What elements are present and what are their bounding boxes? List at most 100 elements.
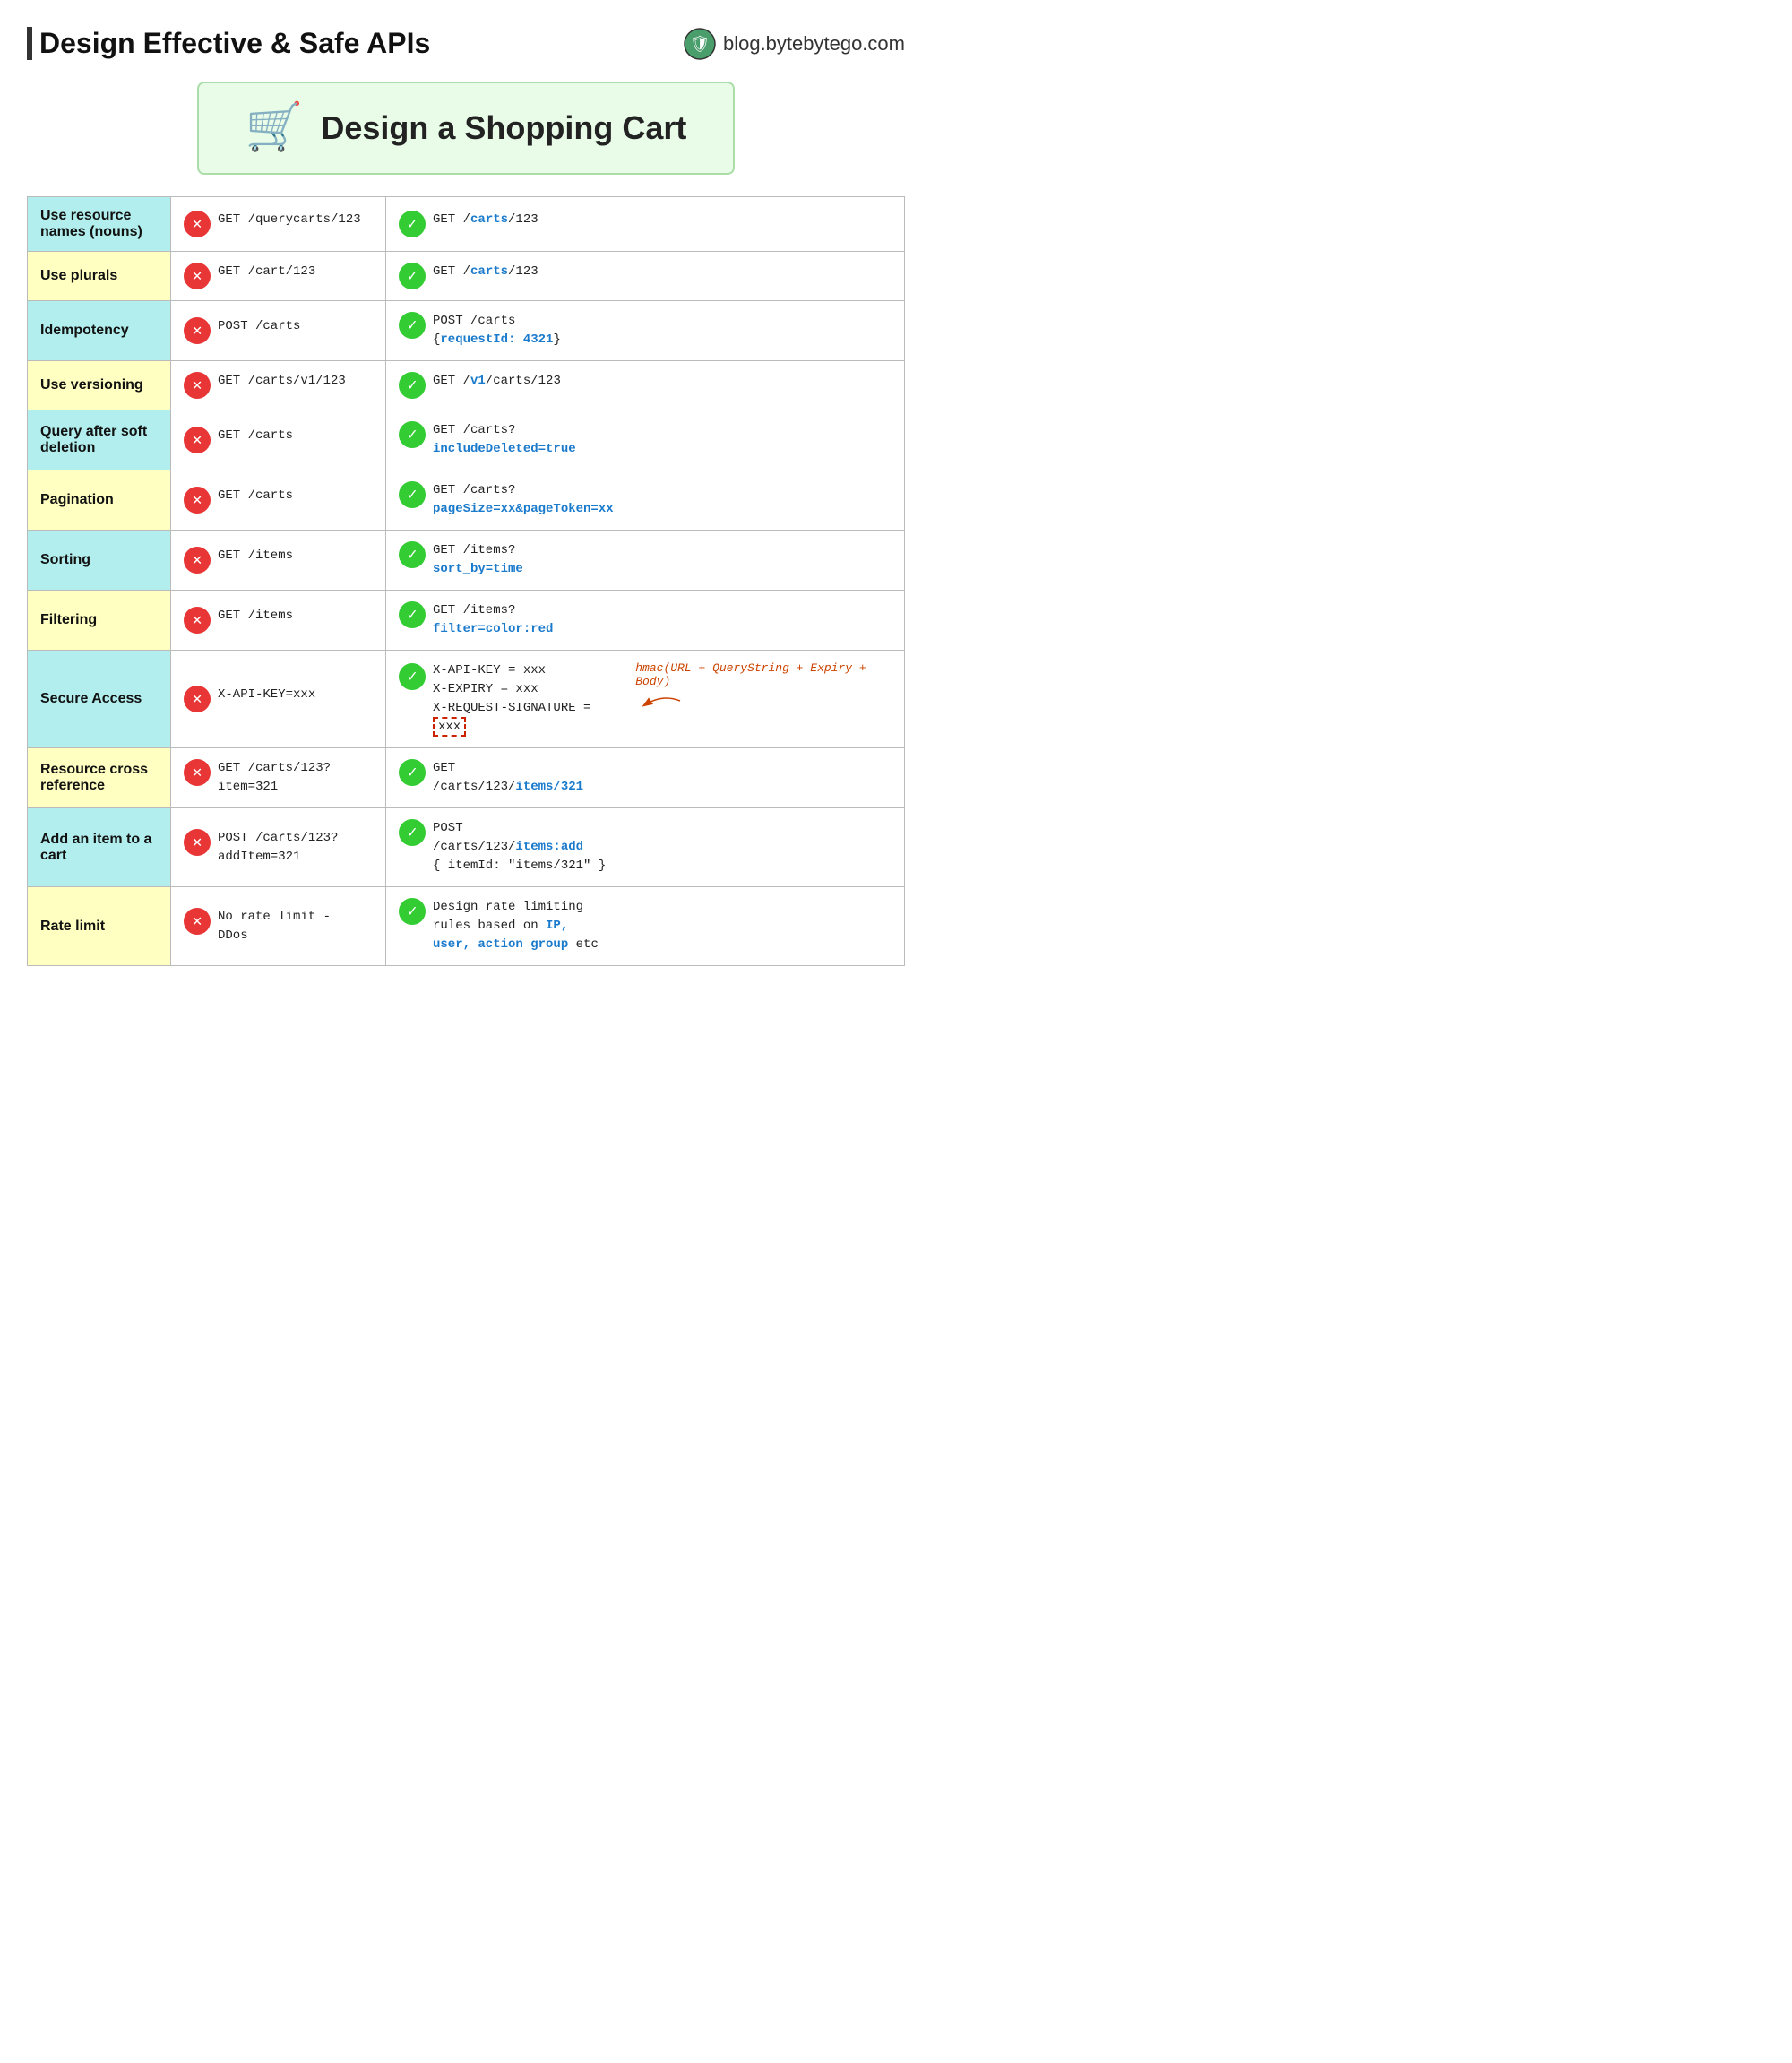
x-icon: ✕: [184, 317, 211, 344]
hero-title: Design a Shopping Cart: [321, 109, 686, 147]
row-bad-secure-access: ✕ X-API-KEY=xxx: [171, 651, 386, 748]
svg-text:🛡: 🛡: [690, 35, 711, 53]
good-text: GET /items?filter=color:red: [433, 601, 553, 639]
row-label-resource-names: Use resource names (nouns): [28, 197, 171, 252]
bad-text: GET /cart/123: [218, 263, 315, 281]
table-row: Rate limit ✕ No rate limit -DDos ✓ Desig…: [28, 887, 905, 966]
row-bad-soft-deletion: ✕ GET /carts: [171, 410, 386, 470]
good-text: POST /carts{requestId: 4321}: [433, 312, 561, 350]
bad-text: POST /carts: [218, 317, 300, 336]
bad-text: GET /carts: [218, 487, 293, 505]
check-icon: ✓: [399, 421, 426, 448]
row-good-sorting: ✓ GET /items?sort_by=time: [386, 531, 905, 591]
x-icon: ✕: [184, 908, 211, 935]
row-bad-rate-limit: ✕ No rate limit -DDos: [171, 887, 386, 966]
hero-cart-emoji: 🛒: [246, 99, 304, 157]
check-icon: ✓: [399, 541, 426, 568]
row-good-add-item: ✓ POST/carts/123/items:add{ itemId: "ite…: [386, 808, 905, 887]
brand-text: blog.bytebytego.com: [723, 32, 905, 56]
row-good-filtering: ✓ GET /items?filter=color:red: [386, 591, 905, 651]
x-icon: ✕: [184, 686, 211, 712]
row-good-versioning: ✓ GET /v1/carts/123: [386, 361, 905, 410]
row-label-idempotency: Idempotency: [28, 301, 171, 361]
row-bad-idempotency: ✕ POST /carts: [171, 301, 386, 361]
row-bad-pagination: ✕ GET /carts: [171, 470, 386, 531]
row-label-add-item: Add an item to a cart: [28, 808, 171, 887]
bad-text: GET /carts/v1/123: [218, 372, 346, 391]
row-label-secure-access: Secure Access: [28, 651, 171, 748]
table-row: Secure Access ✕ X-API-KEY=xxx ✓ X-API-KE…: [28, 651, 905, 748]
x-icon: ✕: [184, 427, 211, 453]
bad-text: GET /items: [218, 547, 293, 565]
row-label-plurals: Use plurals: [28, 252, 171, 301]
row-good-resource-names: ✓ GET /carts/123: [386, 197, 905, 252]
bad-text: No rate limit -DDos: [218, 908, 331, 945]
row-label-filtering: Filtering: [28, 591, 171, 651]
table-row: Query after soft deletion ✕ GET /carts ✓…: [28, 410, 905, 470]
good-text: POST/carts/123/items:add{ itemId: "items…: [433, 819, 606, 876]
table-row: Sorting ✕ GET /items ✓ GET /items?sort_b…: [28, 531, 905, 591]
good-text: GET /carts?includeDeleted=true: [433, 421, 576, 459]
row-good-idempotency: ✓ POST /carts{requestId: 4321}: [386, 301, 905, 361]
row-good-pagination: ✓ GET /carts?pageSize=xx&pageToken=xx: [386, 470, 905, 531]
x-icon: ✕: [184, 263, 211, 289]
hero-banner: 🛒 Design a Shopping Cart: [197, 82, 735, 175]
row-good-rate-limit: ✓ Design rate limitingrules based on IP,…: [386, 887, 905, 966]
arrow-icon: [635, 692, 689, 710]
bad-text: X-API-KEY=xxx: [218, 686, 315, 704]
row-label-sorting: Sorting: [28, 531, 171, 591]
good-text: X-API-KEY = xxx X-EXPIRY = xxx X-REQUEST…: [433, 661, 617, 737]
good-text: GET /carts/123: [433, 211, 538, 229]
check-icon: ✓: [399, 312, 426, 339]
row-bad-cross-reference: ✕ GET /carts/123?item=321: [171, 748, 386, 808]
row-bad-plurals: ✕ GET /cart/123: [171, 252, 386, 301]
brand-icon: 🛡: [684, 28, 716, 60]
x-icon: ✕: [184, 372, 211, 399]
row-bad-versioning: ✕ GET /carts/v1/123: [171, 361, 386, 410]
x-icon: ✕: [184, 829, 211, 856]
row-good-soft-deletion: ✓ GET /carts?includeDeleted=true: [386, 410, 905, 470]
x-icon: ✕: [184, 487, 211, 514]
check-icon: ✓: [399, 898, 426, 925]
row-label-rate-limit: Rate limit: [28, 887, 171, 966]
row-label-pagination: Pagination: [28, 470, 171, 531]
table-row: Filtering ✕ GET /items ✓ GET /items?filt…: [28, 591, 905, 651]
good-text: GET /carts?pageSize=xx&pageToken=xx: [433, 481, 614, 519]
row-bad-resource-names: ✕ GET /querycarts/123: [171, 197, 386, 252]
check-icon: ✓: [399, 263, 426, 289]
row-label-soft-deletion: Query after soft deletion: [28, 410, 171, 470]
check-icon: ✓: [399, 211, 426, 237]
x-icon: ✕: [184, 759, 211, 786]
row-bad-sorting: ✕ GET /items: [171, 531, 386, 591]
bad-text: GET /carts: [218, 427, 293, 445]
check-icon: ✓: [399, 663, 426, 690]
x-icon: ✕: [184, 211, 211, 237]
row-good-plurals: ✓ GET /carts/123: [386, 252, 905, 301]
table-row: Use resource names (nouns) ✕ GET /queryc…: [28, 197, 905, 252]
table-row: Resource cross reference ✕ GET /carts/12…: [28, 748, 905, 808]
x-icon: ✕: [184, 547, 211, 574]
check-icon: ✓: [399, 372, 426, 399]
table-row: Use versioning ✕ GET /carts/v1/123 ✓ GET…: [28, 361, 905, 410]
check-icon: ✓: [399, 819, 426, 846]
bad-text: GET /carts/123?item=321: [218, 759, 331, 797]
check-icon: ✓: [399, 601, 426, 628]
row-bad-add-item: ✕ POST /carts/123?addItem=321: [171, 808, 386, 887]
header: Design Effective & Safe APIs 🛡 blog.byte…: [27, 27, 905, 60]
row-good-cross-reference: ✓ GET/carts/123/items/321: [386, 748, 905, 808]
row-label-versioning: Use versioning: [28, 361, 171, 410]
bad-text: GET /items: [218, 607, 293, 626]
hmac-annotation: hmac(URL + QueryString + Expiry + Body): [635, 661, 892, 710]
table-row: Pagination ✕ GET /carts ✓ GET /carts?pag…: [28, 470, 905, 531]
table-row: Add an item to a cart ✕ POST /carts/123?…: [28, 808, 905, 887]
good-text: GET/carts/123/items/321: [433, 759, 583, 797]
row-bad-filtering: ✕ GET /items: [171, 591, 386, 651]
table-row: Idempotency ✕ POST /carts ✓ POST /carts{…: [28, 301, 905, 361]
page-title: Design Effective & Safe APIs: [39, 27, 430, 60]
api-design-table: Use resource names (nouns) ✕ GET /queryc…: [27, 196, 905, 966]
bad-text: POST /carts/123?addItem=321: [218, 829, 338, 867]
good-text: GET /items?sort_by=time: [433, 541, 523, 579]
signature-value: xxx: [433, 717, 466, 737]
good-text: Design rate limitingrules based on IP,us…: [433, 898, 599, 954]
check-icon: ✓: [399, 759, 426, 786]
